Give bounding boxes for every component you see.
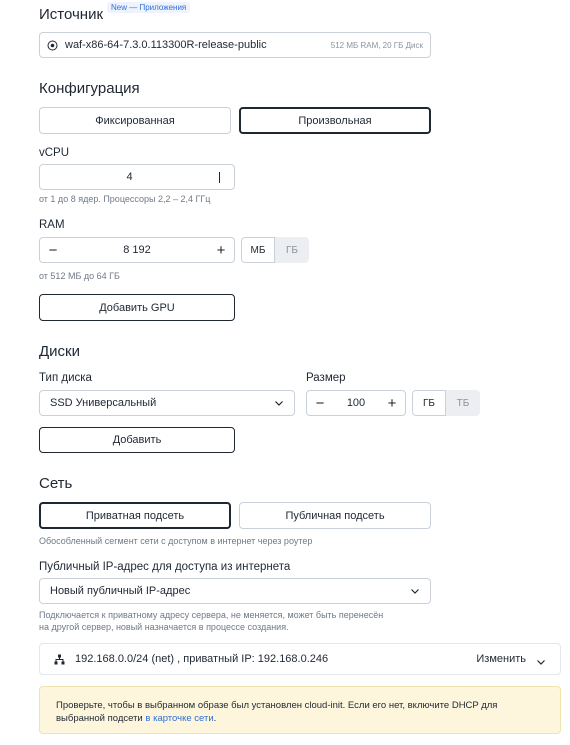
minus-icon[interactable]: − <box>307 395 333 412</box>
ram-label: RAM <box>39 219 65 231</box>
vcpu-label: vCPU <box>39 147 70 159</box>
public-ip-value: Новый публичный IP-адрес <box>50 585 191 597</box>
source-heading: Источник <box>39 6 104 23</box>
text-cursor <box>219 171 220 183</box>
public-ip-hint-line1: Подключается к приватному адресу сервера… <box>39 610 384 620</box>
cloud-init-notice: Проверьте, чтобы в выбранном образе был … <box>39 686 561 734</box>
ram-unit-mb[interactable]: МБ <box>241 237 275 263</box>
image-spec: 512 МБ RAM, 20 ГБ Диск <box>330 40 423 50</box>
ram-value[interactable]: 8 192 <box>66 244 208 256</box>
public-ip-select[interactable]: Новый публичный IP-адрес <box>39 578 431 604</box>
disk-size-stepper[interactable]: − 100 + <box>306 390 406 416</box>
config-heading: Конфигурация <box>39 80 140 97</box>
vcpu-hint: от 1 до 8 ядер. Процессоры 2,2 – 2,4 ГГц <box>39 194 211 204</box>
disk-unit-gb[interactable]: ГБ <box>412 390 446 416</box>
disk-size-value[interactable]: 100 <box>333 397 379 409</box>
disk-type-select[interactable]: SSD Универсальный <box>39 390 295 416</box>
disk-size-label: Размер <box>306 372 346 384</box>
minus-icon[interactable]: − <box>40 242 66 259</box>
network-heading: Сеть <box>39 475 73 492</box>
disk-unit-toggle[interactable]: ГБ ТБ <box>412 390 480 416</box>
disk-type-value: SSD Универсальный <box>50 397 157 409</box>
chevron-down-icon[interactable] <box>536 654 546 665</box>
network-summary: 192.168.0.0/24 (net) , приватный IP: 192… <box>75 653 329 665</box>
target-icon <box>47 40 58 51</box>
image-name: waf-x86-64-7.3.0.113300R-release-public <box>65 39 267 51</box>
public-ip-hint: Подключается к приватному адресу сервера… <box>39 609 383 633</box>
chevron-down-icon <box>274 398 284 408</box>
vcpu-value: 4 <box>126 171 133 183</box>
plus-icon[interactable]: + <box>208 242 234 259</box>
notice-text-2: . <box>213 713 217 724</box>
plus-icon[interactable]: + <box>379 395 405 412</box>
network-summary-row: 192.168.0.0/24 (net) , приватный IP: 192… <box>39 643 561 675</box>
custom-config-button[interactable]: Произвольная <box>239 107 431 134</box>
ram-unit-gb[interactable]: ГБ <box>275 237 309 263</box>
add-gpu-button[interactable]: Добавить GPU <box>39 294 235 321</box>
public-ip-label: Публичный IP-адрес для доступа из интерн… <box>39 561 291 573</box>
ram-unit-toggle[interactable]: МБ ГБ <box>241 237 309 263</box>
fixed-config-button[interactable]: Фиксированная <box>39 107 231 134</box>
disks-heading: Диски <box>39 343 80 360</box>
network-icon <box>54 654 65 665</box>
notice-text-1: Проверьте, чтобы в выбранном образе был … <box>56 700 498 724</box>
private-subnet-button[interactable]: Приватная подсеть <box>39 502 231 529</box>
public-subnet-button[interactable]: Публичная подсеть <box>239 502 431 529</box>
ram-stepper[interactable]: − 8 192 + <box>39 237 235 263</box>
disk-unit-tb[interactable]: ТБ <box>446 390 480 416</box>
disk-type-label: Тип диска <box>39 372 92 384</box>
public-ip-hint-line2: на другой сервер, новый назначается в пр… <box>39 622 289 632</box>
ram-hint: от 512 МБ до 64 ГБ <box>39 271 120 281</box>
new-apps-badge[interactable]: New — Приложения <box>107 2 191 13</box>
change-network-button[interactable]: Изменить <box>476 653 526 665</box>
vcpu-input[interactable]: 4 <box>39 164 235 190</box>
add-disk-button[interactable]: Добавить <box>39 427 235 453</box>
source-image-field[interactable]: waf-x86-64-7.3.0.113300R-release-public … <box>39 32 431 58</box>
subnet-hint: Обособленный сегмент сети с доступом в и… <box>39 536 313 546</box>
chevron-down-icon <box>410 586 420 596</box>
network-card-link[interactable]: в карточке сети <box>145 713 213 724</box>
